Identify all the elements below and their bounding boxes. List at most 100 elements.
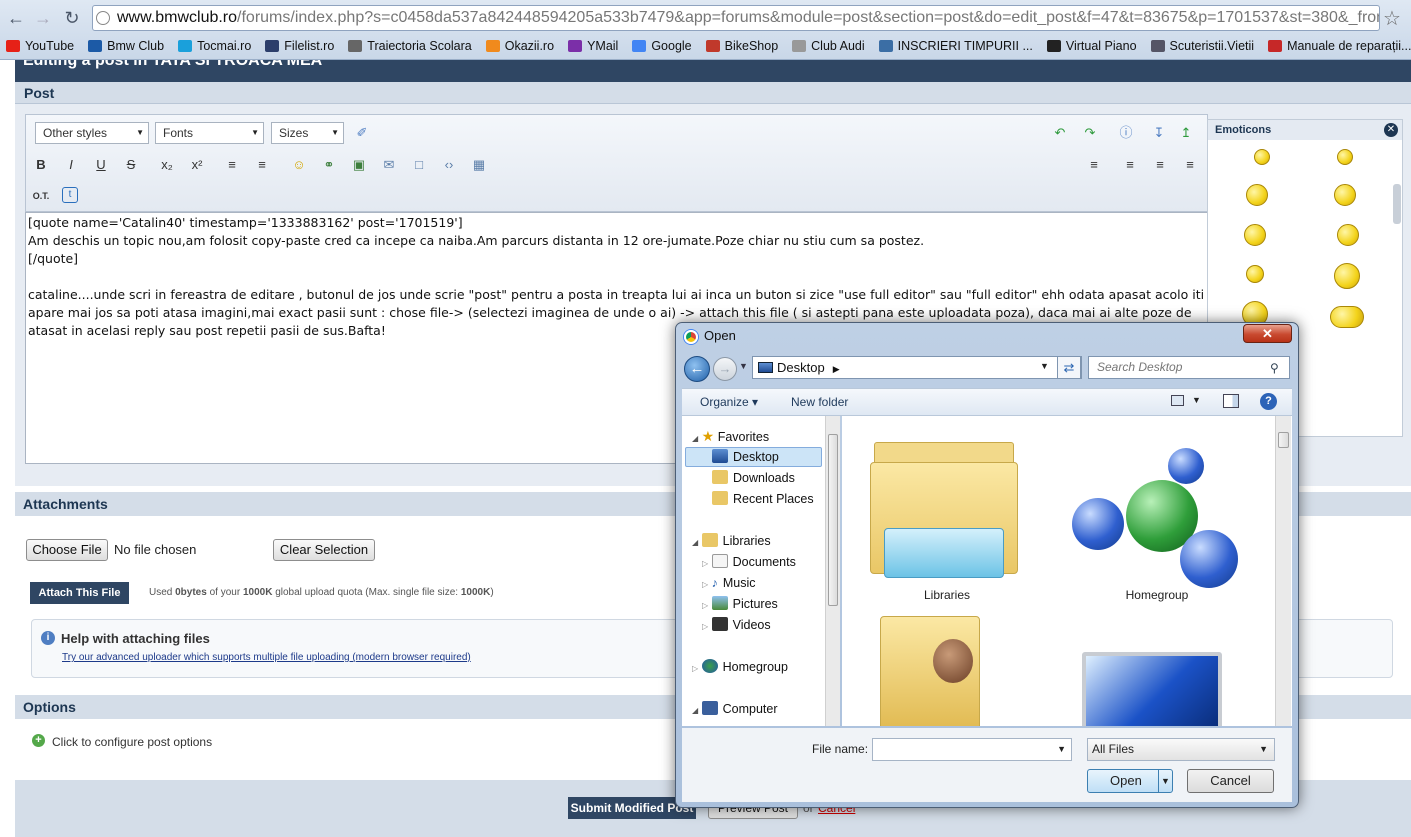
bookmark-item[interactable]: Virtual Piano bbox=[1046, 35, 1137, 57]
emoticon-clap[interactable] bbox=[1244, 224, 1266, 246]
search-desktop-input[interactable]: Search Desktop bbox=[1088, 356, 1290, 379]
undo-icon[interactable]: ↶ bbox=[1051, 124, 1069, 142]
clear-selection-button[interactable]: Clear Selection bbox=[273, 539, 375, 561]
bookmark-item[interactable]: Tocmai.ro bbox=[178, 35, 251, 57]
help-icon[interactable]: ⓘ bbox=[1117, 124, 1135, 142]
file-type-select[interactable]: All Files ▼ bbox=[1087, 738, 1275, 761]
sizes-select[interactable]: Sizes bbox=[271, 122, 344, 144]
location-bar[interactable]: Desktop ▶ bbox=[752, 356, 1082, 379]
help-icon[interactable]: ? bbox=[1260, 393, 1277, 410]
bookmark-item[interactable]: Filelist.ro bbox=[265, 35, 334, 57]
nav-pictures[interactable]: ▷ Pictures bbox=[702, 594, 778, 614]
configure-options-link[interactable]: Click to configure post options bbox=[52, 735, 212, 749]
bookmark-item[interactable]: Manuale de reparații... bbox=[1268, 35, 1411, 57]
underline-icon[interactable]: U bbox=[92, 156, 110, 174]
emoticon-biggrin[interactable] bbox=[1246, 184, 1268, 206]
nav-scrollbar[interactable] bbox=[825, 416, 840, 726]
preview-pane-icon[interactable] bbox=[1223, 394, 1239, 408]
nav-music[interactable]: ▷ ♪ Music bbox=[702, 573, 756, 593]
emoticons-scrollbar[interactable] bbox=[1392, 144, 1402, 436]
nav-recent-places[interactable]: Recent Places bbox=[712, 489, 814, 509]
advanced-uploader-link[interactable]: Try our advanced uploader which supports… bbox=[62, 652, 471, 663]
emoticon-party[interactable] bbox=[1337, 224, 1359, 246]
bookmark-item[interactable]: Google bbox=[632, 35, 692, 57]
restore-draft-icon[interactable]: ↥ bbox=[1177, 124, 1195, 142]
remove-format-icon[interactable]: ✐ bbox=[353, 124, 371, 142]
styles-select[interactable]: Other styles bbox=[35, 122, 149, 144]
organize-menu[interactable]: Organize ▾ bbox=[700, 395, 758, 409]
forward-icon[interactable]: → bbox=[713, 357, 737, 381]
nav-libraries[interactable]: ◢ Libraries bbox=[692, 531, 771, 551]
nav-favorites[interactable]: ◢ ★ Favorites bbox=[692, 426, 769, 446]
save-draft-icon[interactable]: ↧ bbox=[1150, 124, 1168, 142]
emoticon-icon[interactable]: ☺ bbox=[290, 156, 308, 174]
indent-icon[interactable]: ≡ bbox=[1085, 156, 1103, 174]
attach-file-button[interactable]: Attach This File bbox=[30, 582, 129, 604]
nav-homegroup[interactable]: ▷ Homegroup bbox=[692, 657, 788, 677]
computer-monitor-icon[interactable] bbox=[1082, 652, 1222, 726]
image-icon[interactable]: ▣ bbox=[350, 156, 368, 174]
search-icon[interactable]: ⚲ bbox=[1270, 361, 1279, 375]
emoticon-smile[interactable] bbox=[1254, 149, 1270, 165]
content-scrollbar[interactable] bbox=[1275, 416, 1291, 726]
nav-desktop[interactable]: Desktop bbox=[712, 447, 779, 467]
align-left-icon[interactable]: ≡ bbox=[1121, 156, 1139, 174]
close-emoticons-icon[interactable]: ✕ bbox=[1384, 123, 1398, 137]
code-icon[interactable]: ‹› bbox=[440, 156, 458, 174]
file-name-dropdown-icon[interactable]: ▼ bbox=[1057, 744, 1066, 754]
align-right-icon[interactable]: ≡ bbox=[1181, 156, 1199, 174]
numbered-list-icon[interactable]: ≡ bbox=[253, 156, 271, 174]
bookmark-item[interactable]: Traiectoria Scolara bbox=[348, 35, 472, 57]
align-center-icon[interactable]: ≡ bbox=[1151, 156, 1169, 174]
view-options-icon[interactable] bbox=[1171, 395, 1184, 406]
libraries-item[interactable] bbox=[870, 436, 1020, 586]
emoticon-wave[interactable] bbox=[1334, 184, 1356, 206]
location-dropdown-icon[interactable]: ▼ bbox=[1040, 361, 1049, 371]
cancel-button[interactable]: Cancel bbox=[1187, 769, 1274, 793]
bookmark-item[interactable]: YouTube bbox=[6, 35, 74, 57]
bookmark-star-icon[interactable]: ☆ bbox=[1383, 6, 1401, 31]
link-icon[interactable]: ⚭ bbox=[320, 156, 338, 174]
libraries-item-label[interactable]: Libraries bbox=[892, 588, 1002, 602]
new-folder-button[interactable]: New folder bbox=[791, 395, 848, 409]
nav-documents[interactable]: ▷ Documents bbox=[702, 552, 796, 572]
bookmark-item[interactable]: Bmw Club bbox=[88, 35, 164, 57]
bullet-list-icon[interactable]: ≡ bbox=[223, 156, 241, 174]
nav-videos[interactable]: ▷ Videos bbox=[702, 615, 771, 635]
emoticon-twins[interactable] bbox=[1330, 306, 1364, 328]
nav-computer[interactable]: ◢ Computer bbox=[692, 699, 778, 719]
twitter-icon[interactable]: t bbox=[62, 187, 78, 203]
forward-arrow-icon[interactable]: → bbox=[33, 8, 53, 28]
bookmark-item[interactable]: INSCRIERI TIMPURII ... bbox=[878, 35, 1033, 57]
email-icon[interactable]: ✉ bbox=[380, 156, 398, 174]
back-icon[interactable]: ← bbox=[684, 356, 710, 382]
open-button[interactable]: Open ▼ bbox=[1087, 769, 1173, 793]
breadcrumb-arrow-icon[interactable]: ▶ bbox=[833, 364, 840, 374]
bookmark-item[interactable]: Okazii.ro bbox=[485, 35, 554, 57]
file-name-input[interactable]: ▼ bbox=[872, 738, 1072, 761]
homegroup-item-label[interactable]: Homegroup bbox=[1102, 588, 1212, 602]
homegroup-item[interactable] bbox=[1072, 436, 1242, 588]
bold-icon[interactable]: B bbox=[32, 156, 50, 174]
add-icon[interactable]: + bbox=[32, 734, 45, 747]
emoticon-group[interactable] bbox=[1334, 263, 1360, 289]
bookmark-item[interactable]: YMail bbox=[568, 35, 618, 57]
bookmark-item[interactable]: BikeShop bbox=[705, 35, 778, 57]
emoticon-happy[interactable] bbox=[1337, 149, 1353, 165]
subscript-icon[interactable]: x₂ bbox=[158, 156, 176, 174]
quote-icon[interactable]: □ bbox=[410, 156, 428, 174]
italic-icon[interactable]: I bbox=[62, 156, 80, 174]
nav-downloads[interactable]: Downloads bbox=[712, 468, 795, 488]
reload-icon[interactable]: ↻ bbox=[62, 8, 82, 28]
refresh-icon[interactable]: ⇄ bbox=[1057, 356, 1081, 379]
dialog-close-button[interactable]: ✕ bbox=[1243, 324, 1292, 343]
redo-icon[interactable]: ↷ bbox=[1081, 124, 1099, 142]
view-dropdown-icon[interactable]: ▼ bbox=[1192, 395, 1201, 405]
open-dropdown-icon[interactable]: ▼ bbox=[1158, 770, 1172, 792]
emoticon-wink[interactable] bbox=[1246, 265, 1264, 283]
special-media-icon[interactable]: ▦ bbox=[470, 156, 488, 174]
address-bar[interactable]: www.bmwclub.ro/forums/index.php?s=c0458d… bbox=[92, 5, 1380, 31]
bookmark-item[interactable]: Scuteristii.Vietii bbox=[1150, 35, 1254, 57]
back-arrow-icon[interactable]: ← bbox=[6, 8, 26, 28]
user-folder-icon[interactable] bbox=[880, 616, 980, 726]
